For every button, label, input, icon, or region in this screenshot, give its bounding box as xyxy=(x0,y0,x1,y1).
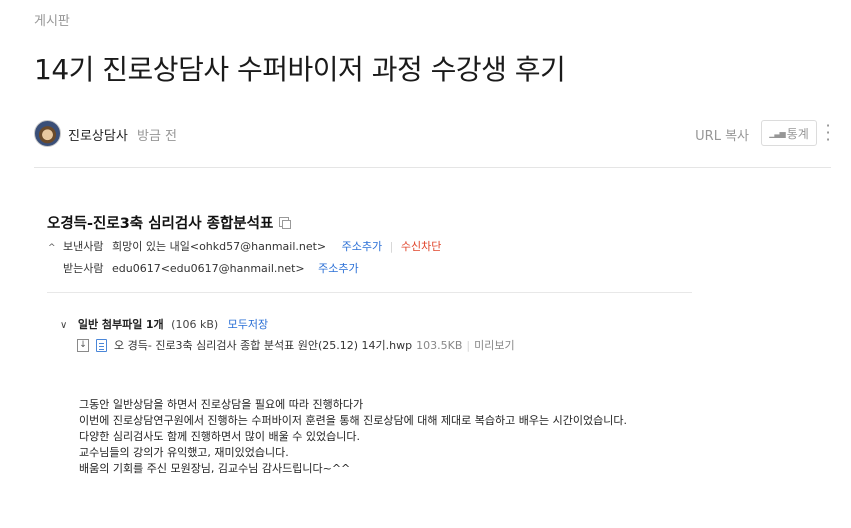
mail-subject: 오경득-진로3축 심리검사 종합분석표 xyxy=(47,212,292,233)
mail-divider xyxy=(47,292,692,293)
attachment-header: ∨ 일반 첨부파일 1개 (106 kB) 모두저장 xyxy=(60,316,268,332)
more-vertical-icon[interactable]: · · · xyxy=(825,118,831,148)
collapse-caret-icon[interactable]: ^ xyxy=(48,243,56,253)
save-all-button[interactable]: 모두저장 xyxy=(228,318,268,331)
body-line: 그동안 일반상담을 하면서 진로상담을 필요에 따라 진행하다가 xyxy=(79,398,364,411)
body-line: 이번에 진로상담연구원에서 진행하는 수퍼바이저 훈련을 통해 진로상담에 대해… xyxy=(79,414,627,427)
receiver-address[interactable]: edu0617<edu0617@hanmail.net> xyxy=(112,262,305,275)
mail-subject-text: 오경득-진로3축 심리검사 종합분석표 xyxy=(47,216,274,232)
receiver-add-address-link[interactable]: 주소추가 xyxy=(318,262,358,275)
body-line: 배움의 기회를 주신 모원장님, 김교수님 감사드립니다~^^ xyxy=(79,462,351,475)
sender-address[interactable]: 희망이 있는 내일<ohkd57@hanmail.net> xyxy=(112,240,326,253)
chevron-down-icon[interactable]: ∨ xyxy=(60,320,67,331)
separator: | xyxy=(389,240,394,253)
copy-icon[interactable] xyxy=(279,217,292,229)
preview-button[interactable]: 미리보기 xyxy=(474,337,514,353)
sender-label: 보낸사람 xyxy=(63,240,104,253)
attachment-total-size: (106 kB) xyxy=(171,318,219,331)
receiver-label: 받는사람 xyxy=(63,262,104,275)
receiver-row: 받는사람 edu0617<edu0617@hanmail.net> 주소추가 xyxy=(63,260,359,276)
post-title: 14기 진로상담사 수퍼바이저 과정 수강생 후기 xyxy=(34,53,566,86)
url-copy-button[interactable]: URL 복사 xyxy=(695,125,749,144)
attachment-file: ↓ 오 경득- 진로3축 심리검사 종합 분석표 원안(25.12) 14기.h… xyxy=(77,337,515,353)
post-meta: 진로상담사 방금 전 URL 복사 ▁▃▅ 통계 · · · xyxy=(34,118,831,148)
download-icon[interactable]: ↓ xyxy=(77,338,89,352)
block-sender-link[interactable]: 수신차단 xyxy=(401,240,441,253)
attachment-kind: 일반 첨부파일 xyxy=(77,318,143,331)
stats-button[interactable]: ▁▃▅ 통계 xyxy=(761,120,817,146)
author-avatar[interactable] xyxy=(34,120,61,147)
separator: | xyxy=(466,338,471,352)
mail-body: 그동안 일반상담을 하면서 진로상담을 필요에 따라 진행하다가 이번에 진로상… xyxy=(79,397,719,477)
add-address-link[interactable]: 주소추가 xyxy=(342,240,382,253)
body-line: 교수님들의 강의가 유익했고, 재미있었습니다. xyxy=(79,446,289,459)
bar-chart-icon: ▁▃▅ xyxy=(769,128,786,138)
header-divider xyxy=(34,167,831,168)
attachment-file-size: 103.5KB xyxy=(416,338,463,352)
document-icon xyxy=(96,338,107,352)
attachment-count: 1개 xyxy=(145,318,164,331)
attachment-filename[interactable]: 오 경득- 진로3축 심리검사 종합 분석표 원안(25.12) 14기.hwp xyxy=(114,337,412,353)
stats-label: 통계 xyxy=(786,126,809,141)
post-time: 방금 전 xyxy=(137,129,178,144)
board-category[interactable]: 게시판 xyxy=(34,10,70,29)
body-line: 다양한 심리검사도 함께 진행하면서 많이 배울 수 있었습니다. xyxy=(79,430,360,443)
author-name[interactable]: 진로상담사 xyxy=(68,125,128,144)
sender-row: ^ 보낸사람 희망이 있는 내일<ohkd57@hanmail.net> 주소추… xyxy=(48,238,441,254)
